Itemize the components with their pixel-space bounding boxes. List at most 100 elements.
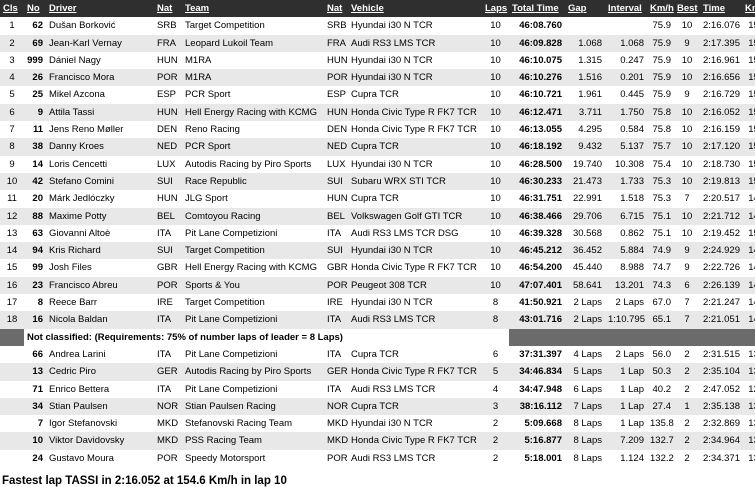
- table-row: 17 8 Reece Barr IRE Target Competition IRE Hyu…: [0, 294, 755, 312]
- total-time-cell: 46:39.328: [509, 224, 565, 243]
- table-row: 11 20 Márk Jedlóczky HUN JLG Sport HUN Cupra T…: [0, 190, 755, 208]
- car-number-cell: 11: [24, 121, 46, 139]
- team-nat-cell: LUX: [324, 155, 348, 173]
- laps-cell: 10: [482, 138, 509, 156]
- car-number-cell: 42: [24, 172, 46, 191]
- car-number-cell: 71: [24, 380, 46, 398]
- table-row: 16 23 Francisco Abreu POR Sports & You POR Peu…: [0, 276, 755, 295]
- avg-speed-cell: 75.9: [647, 17, 674, 35]
- best-lap-cell: 10: [674, 17, 700, 35]
- vehicle-cell: Cupra TCR: [348, 86, 482, 104]
- laps-cell: 8: [482, 311, 509, 329]
- driver-name-cell: Nicola Baldan: [46, 311, 154, 329]
- avg-speed-cell: 74.7: [647, 259, 674, 277]
- best-speed-cell: 143.9: [742, 276, 755, 295]
- total-time-cell: 46:28.500: [509, 155, 565, 173]
- interval-cell: 7.209: [605, 432, 647, 450]
- interval-cell: 0.445: [605, 86, 647, 104]
- column-header: Interval: [605, 0, 647, 18]
- avg-speed-cell: 75.9: [647, 34, 674, 52]
- best-lap-cell: 2: [674, 380, 700, 398]
- vehicle-cell: Honda Civic Type R FK7 TCR: [348, 432, 482, 450]
- best-time-cell: 2:20.517: [700, 190, 742, 208]
- best-lap-cell: 7: [674, 190, 700, 208]
- column-header: Laps: [482, 0, 509, 18]
- driver-name-cell: Dániel Nagy: [46, 51, 154, 70]
- driver-nat-cell: ITA: [154, 345, 182, 364]
- team-nat-cell: HUN: [324, 190, 348, 208]
- team-nat-cell: POR: [324, 69, 348, 87]
- team-name-cell: Reno Racing: [182, 121, 324, 139]
- avg-speed-cell: 50.3: [647, 363, 674, 381]
- best-speed-cell: 153.5: [742, 51, 755, 70]
- best-time-cell: 2:35.138: [700, 397, 742, 416]
- driver-nat-cell: LUX: [154, 155, 182, 173]
- avg-speed-cell: 75.7: [647, 138, 674, 156]
- position-cell: 9: [0, 155, 24, 173]
- driver-nat-cell: ITA: [154, 311, 182, 329]
- gap-cell: 3.711: [565, 103, 605, 122]
- team-nat-cell: HUN: [324, 103, 348, 122]
- gap-cell: 4 Laps: [565, 345, 605, 364]
- results-table: Cls No Driver Nat Team Nat Vehicle Laps Total Ti…: [0, 0, 755, 468]
- car-number-cell: 38: [24, 138, 46, 156]
- position-cell: [0, 397, 24, 416]
- best-time-cell: 2:21.712: [700, 207, 742, 225]
- position-cell: [0, 380, 24, 398]
- best-speed-cell: 149.6: [742, 190, 755, 208]
- driver-name-cell: Stefano Comini: [46, 172, 154, 191]
- total-time-cell: 46:10.721: [509, 86, 565, 104]
- position-cell: 13: [0, 224, 24, 243]
- laps-cell: 10: [482, 103, 509, 122]
- driver-nat-cell: GBR: [154, 259, 182, 277]
- best-lap-cell: 1: [674, 397, 700, 416]
- position-cell: [0, 449, 24, 468]
- not-classified-label: Not classified: (Requirements: 75% of nu…: [24, 328, 509, 346]
- best-time-cell: 2:26.139: [700, 276, 742, 295]
- driver-name-cell: Kris Richard: [46, 242, 154, 260]
- interval-cell: 0.584: [605, 121, 647, 139]
- table-row: 10 Viktor Davidovsky MKD PSS Racing Team MKD…: [0, 432, 755, 450]
- best-speed-cell: 148.8: [742, 294, 755, 312]
- laps-cell: 10: [482, 17, 509, 35]
- driver-nat-cell: SUI: [154, 172, 182, 191]
- table-row: 5 25 Mikel Azcona ESP PCR Sport ESP Cupra TCR 1…: [0, 86, 755, 104]
- best-time-cell: 2:34.371: [700, 449, 742, 468]
- best-lap-cell: 9: [674, 34, 700, 52]
- best-time-cell: 2:22.726: [700, 259, 742, 277]
- best-speed-cell: 150.4: [742, 172, 755, 191]
- avg-speed-cell: 135.8: [647, 415, 674, 433]
- gap-cell: 22.991: [565, 190, 605, 208]
- table-row: 12 88 Maxime Potty BEL Comtoyou Racing BEL Vol…: [0, 207, 755, 225]
- driver-name-cell: Stian Paulsen: [46, 397, 154, 416]
- team-nat-cell: ITA: [324, 311, 348, 329]
- best-lap-cell: 6: [674, 276, 700, 295]
- interval-cell: 5.884: [605, 242, 647, 260]
- table-row: 24 Gustavo Moura POR Speedy Motorsport POR Au…: [0, 449, 755, 468]
- avg-speed-cell: 74.3: [647, 276, 674, 295]
- driver-nat-cell: DEN: [154, 121, 182, 139]
- avg-speed-cell: 75.9: [647, 86, 674, 104]
- position-cell: 10: [0, 172, 24, 191]
- best-lap-cell: 9: [674, 86, 700, 104]
- car-number-cell: 25: [24, 86, 46, 104]
- driver-name-cell: Márk Jedlóczky: [46, 190, 154, 208]
- driver-name-cell: Danny Kroes: [46, 138, 154, 156]
- car-number-cell: 20: [24, 190, 46, 208]
- vehicle-cell: Volkswagen Golf GTI TCR: [348, 207, 482, 225]
- best-speed-cell: 147.3: [742, 259, 755, 277]
- driver-name-cell: Francisco Abreu: [46, 276, 154, 295]
- gap-cell: 7 Laps: [565, 397, 605, 416]
- interval-cell: 0.247: [605, 51, 647, 70]
- vehicle-cell: Subaru WRX STI TCR: [348, 172, 482, 191]
- best-lap-cell: 2: [674, 449, 700, 468]
- team-name-cell: Sports & You: [182, 276, 324, 295]
- table-row: 13 63 Giovanni Altoè ITA Pit Lane Competizio…: [0, 224, 755, 243]
- total-time-cell: 5:16.877: [509, 432, 565, 450]
- vehicle-cell: Honda Civic Type R FK7 TCR: [348, 121, 482, 139]
- best-time-cell: 2:32.869: [700, 415, 742, 433]
- avg-speed-cell: 56.0: [647, 345, 674, 364]
- gap-cell: 29.706: [565, 207, 605, 225]
- total-time-cell: 46:12.471: [509, 103, 565, 122]
- driver-nat-cell: ESP: [154, 86, 182, 104]
